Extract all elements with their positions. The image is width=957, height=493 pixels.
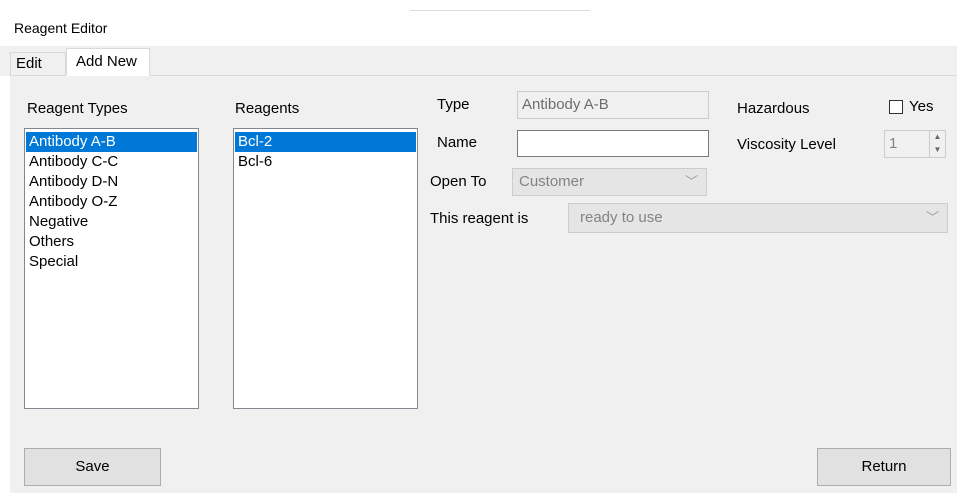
open-to-label: Open To <box>430 173 487 190</box>
type-field: Antibody A-B <box>517 91 709 119</box>
open-to-select[interactable]: Customer ﹀ <box>512 168 707 196</box>
list-item[interactable]: Antibody D-N <box>26 172 197 192</box>
title-bar-divider <box>410 10 590 11</box>
list-item[interactable]: Antibody A-B <box>26 132 197 152</box>
viscosity-spinner[interactable]: 1 ▲ ▼ <box>884 130 946 158</box>
this-reagent-is-value: ready to use <box>580 209 663 226</box>
reagent-types-list[interactable]: Antibody A-B Antibody C-C Antibody D-N Anti… <box>24 128 199 409</box>
list-item[interactable]: Special <box>26 252 197 272</box>
chevron-down-icon: ﹀ <box>684 174 698 189</box>
type-label: Type <box>437 96 470 113</box>
list-item[interactable]: Antibody O-Z <box>26 192 197 212</box>
viscosity-label: Viscosity Level <box>737 136 836 153</box>
hazardous-checkbox[interactable] <box>889 100 903 114</box>
this-reagent-is-label: This reagent is <box>430 210 529 227</box>
title-bar: Reagent Editor <box>0 0 957 46</box>
list-item[interactable]: Antibody C-C <box>26 152 197 172</box>
window-title: Reagent Editor <box>14 20 108 36</box>
list-item[interactable]: Others <box>26 232 197 252</box>
open-to-value: Customer <box>519 173 585 190</box>
tab-edit[interactable]: Edit <box>10 52 66 76</box>
reagents-list[interactable]: Bcl-2 Bcl-6 <box>233 128 418 409</box>
spin-down-icon[interactable]: ▼ <box>930 144 945 157</box>
save-button[interactable]: Save <box>24 448 161 486</box>
reagent-types-label: Reagent Types <box>27 100 128 117</box>
hazardous-label: Hazardous <box>737 100 810 117</box>
return-button[interactable]: Return <box>817 448 951 486</box>
name-label: Name <box>437 134 478 151</box>
name-input[interactable] <box>517 130 709 157</box>
spin-up-icon[interactable]: ▲ <box>930 131 945 144</box>
reagents-label: Reagents <box>235 100 300 117</box>
list-item[interactable]: Bcl-6 <box>235 152 416 172</box>
this-reagent-is-select[interactable]: ready to use ﹀ <box>568 203 948 233</box>
viscosity-value: 1 <box>889 135 898 152</box>
list-item[interactable]: Negative <box>26 212 197 232</box>
list-item[interactable]: Bcl-2 <box>235 132 416 152</box>
hazardous-yes-label: Yes <box>909 98 934 115</box>
spinner-arrows[interactable]: ▲ ▼ <box>929 131 945 157</box>
chevron-down-icon: ﹀ <box>925 210 939 225</box>
tab-add-new[interactable]: Add New <box>66 48 150 76</box>
